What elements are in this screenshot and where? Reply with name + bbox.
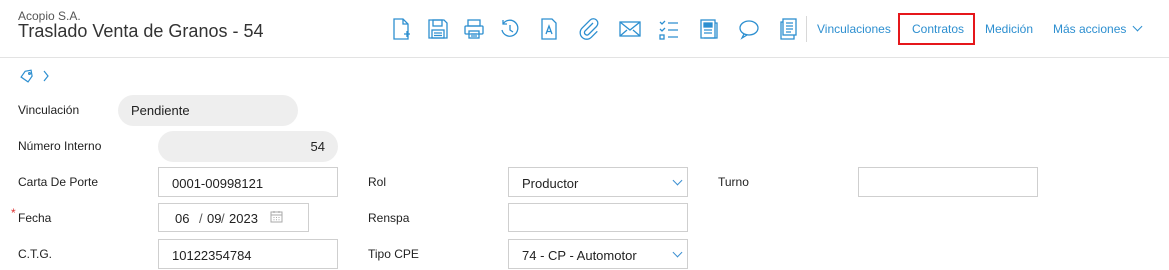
ctg-input[interactable]: 10122354784 xyxy=(158,239,338,269)
tipo-cpe-value: 74 - CP - Automotor xyxy=(522,248,637,263)
contratos-highlight-box xyxy=(898,13,975,45)
rol-label: Rol xyxy=(368,175,387,189)
carta-de-porte-input[interactable]: 0001-00998121 xyxy=(158,167,338,197)
rol-value: Productor xyxy=(522,176,579,191)
vinculacion-status: Pendiente xyxy=(118,95,298,126)
history-icon[interactable] xyxy=(498,17,522,41)
comment-icon[interactable] xyxy=(737,17,761,41)
save-icon[interactable] xyxy=(426,17,450,41)
fecha-day[interactable]: 06 xyxy=(175,211,189,226)
more-actions-button[interactable]: Más acciones xyxy=(1053,21,1143,36)
fecha-date-input[interactable]: 06 / 09 / 2023 xyxy=(158,203,309,232)
toolbar-divider xyxy=(806,16,807,42)
tipo-cpe-select[interactable]: 74 - CP - Automotor xyxy=(508,239,688,269)
chevron-down-icon xyxy=(672,175,683,186)
rol-select[interactable]: Productor xyxy=(508,167,688,197)
date-separator: / xyxy=(221,211,225,226)
header-divider xyxy=(0,57,1169,58)
new-document-icon[interactable] xyxy=(390,17,414,41)
pages-icon[interactable] xyxy=(777,17,801,41)
turno-label: Turno xyxy=(718,175,749,189)
tipo-cpe-label: Tipo CPE xyxy=(368,247,419,261)
carta-de-porte-value: 0001-00998121 xyxy=(172,176,264,191)
page-title: Traslado Venta de Granos - 54 xyxy=(18,21,264,41)
fecha-year[interactable]: 2023 xyxy=(229,211,258,226)
chevron-down-icon xyxy=(1132,21,1143,32)
renspa-label: Renspa xyxy=(368,211,410,225)
tag-icon[interactable] xyxy=(20,69,34,88)
required-marker: * xyxy=(11,206,16,220)
more-actions-label: Más acciones xyxy=(1053,22,1127,36)
fecha-label: Fecha xyxy=(18,211,52,225)
date-separator: / xyxy=(199,211,203,226)
numero-interno-label: Número Interno xyxy=(18,139,102,153)
vinculacion-value: Pendiente xyxy=(131,103,190,118)
chevron-right-icon[interactable] xyxy=(42,69,50,88)
vinculacion-label: Vinculación xyxy=(18,103,80,117)
mail-icon[interactable] xyxy=(618,17,642,41)
attachment-icon[interactable] xyxy=(577,17,601,41)
numero-interno-value: 54 xyxy=(310,139,325,154)
page-header: Acopio S.A. Traslado Venta de Granos - 5… xyxy=(0,0,1169,58)
calendar-icon[interactable] xyxy=(270,210,283,223)
ctg-value: 10122354784 xyxy=(172,248,252,263)
turno-input[interactable] xyxy=(858,167,1038,197)
notes-icon[interactable] xyxy=(697,17,721,41)
fecha-month[interactable]: 09 xyxy=(207,211,221,226)
document-text-icon[interactable] xyxy=(537,17,561,41)
numero-interno-field: 54 xyxy=(158,131,338,162)
checklist-icon[interactable] xyxy=(657,17,681,41)
print-icon[interactable] xyxy=(462,17,486,41)
chevron-down-icon xyxy=(672,247,683,258)
vinculaciones-button[interactable]: Vinculaciones xyxy=(817,22,891,36)
ctg-label: C.T.G. xyxy=(18,247,53,261)
medicion-button[interactable]: Medición xyxy=(985,22,1033,36)
renspa-input[interactable] xyxy=(508,203,688,232)
carta-de-porte-label: Carta De Porte xyxy=(18,175,99,189)
